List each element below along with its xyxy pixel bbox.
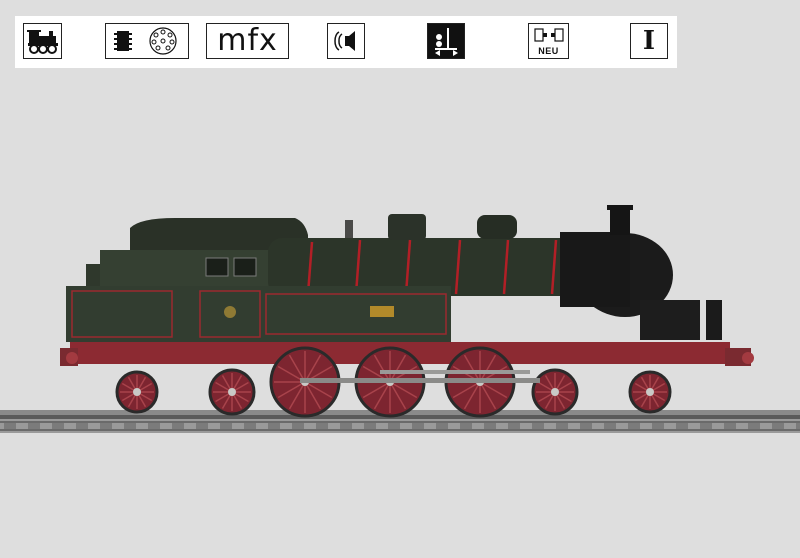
locomotive-image bbox=[0, 205, 800, 433]
track-sleeper bbox=[580, 423, 592, 429]
track-sleeper bbox=[604, 423, 616, 429]
feature-icon-bar: mfx NEU I bbox=[15, 16, 677, 68]
track-sleeper bbox=[196, 423, 208, 429]
track-sleeper bbox=[484, 423, 496, 429]
track-sleeper bbox=[676, 423, 688, 429]
track-sleeper bbox=[700, 423, 712, 429]
track-sleeper bbox=[556, 423, 568, 429]
locomotive bbox=[60, 205, 754, 366]
track-sleeper bbox=[532, 423, 544, 429]
track-sleeper bbox=[100, 423, 112, 429]
wheel-hub bbox=[228, 388, 236, 396]
track-sleeper bbox=[4, 423, 16, 429]
mfx-label: mfx bbox=[206, 23, 289, 59]
track-sleeper bbox=[124, 423, 136, 429]
track-sleeper bbox=[748, 423, 760, 429]
track-sleeper bbox=[292, 423, 304, 429]
track-sleeper bbox=[364, 423, 376, 429]
track-sleeper bbox=[628, 423, 640, 429]
track-sleeper bbox=[172, 423, 184, 429]
sound-icon bbox=[327, 23, 365, 59]
track-sleeper bbox=[220, 423, 232, 429]
track-sleeper bbox=[52, 423, 64, 429]
track-sleeper bbox=[724, 423, 736, 429]
track-sleeper bbox=[508, 423, 520, 429]
wheel-hub bbox=[133, 388, 141, 396]
track-sleeper bbox=[388, 423, 400, 429]
steam-locomotive-icon bbox=[23, 23, 62, 59]
wheel-hub bbox=[551, 388, 559, 396]
track-sleeper bbox=[340, 423, 352, 429]
track-sleeper bbox=[76, 423, 88, 429]
track-sleeper bbox=[412, 423, 424, 429]
track-sleeper bbox=[268, 423, 280, 429]
wheel-hub bbox=[646, 388, 654, 396]
track-sleeper bbox=[772, 423, 784, 429]
track-sleeper bbox=[316, 423, 328, 429]
decoder-chip-icon bbox=[105, 23, 189, 59]
track-sleeper bbox=[244, 423, 256, 429]
track-sleeper bbox=[148, 423, 160, 429]
gauge-one-icon: I bbox=[630, 23, 668, 59]
signal-switch-icon bbox=[427, 23, 465, 59]
track-sleeper bbox=[436, 423, 448, 429]
track-sleeper bbox=[460, 423, 472, 429]
track-sleeper bbox=[652, 423, 664, 429]
new-coupler-icon: NEU bbox=[528, 23, 569, 59]
track-sleeper bbox=[796, 423, 800, 429]
track-sleeper bbox=[28, 423, 40, 429]
